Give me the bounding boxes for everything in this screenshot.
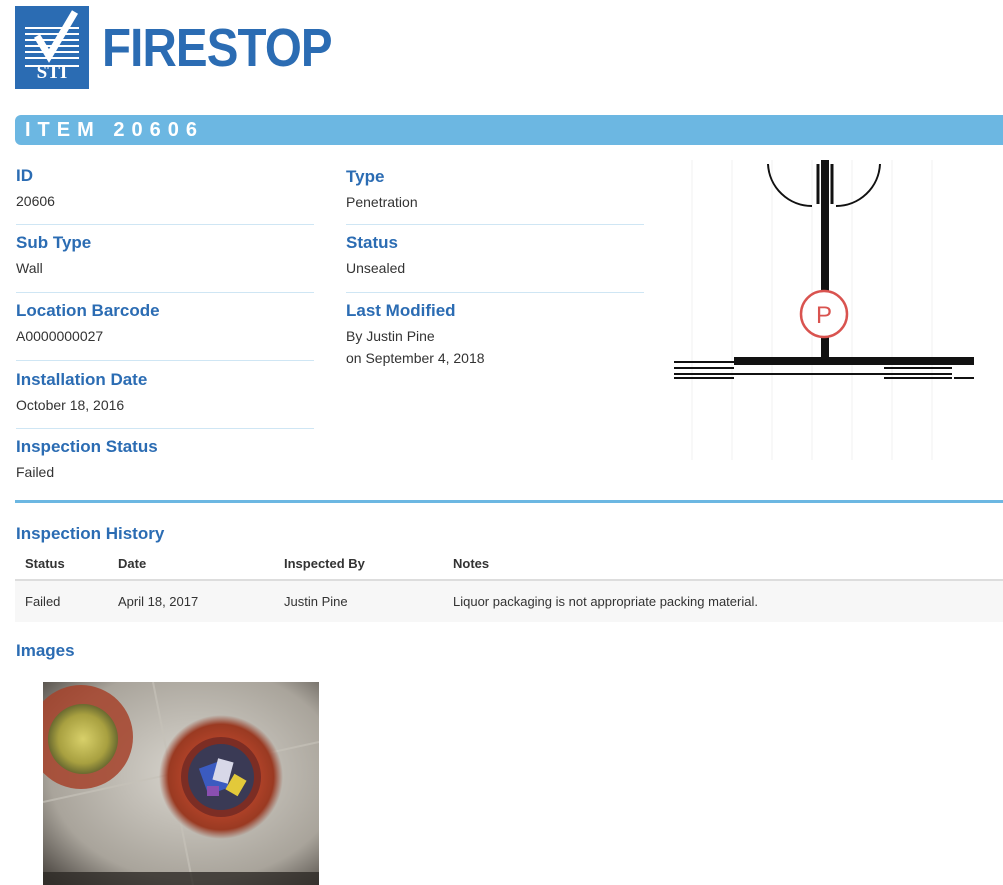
column-header-date: Date xyxy=(108,548,274,581)
field-label: Last Modified xyxy=(346,301,456,320)
field-status: Status Unsealed xyxy=(346,232,644,279)
field-separator xyxy=(16,292,314,293)
field-value-on: on September 4, 2018 xyxy=(346,350,485,366)
penetration-diagram: P xyxy=(672,160,978,460)
field-sub-type: Sub Type Wall xyxy=(16,232,314,279)
field-separator xyxy=(16,428,314,429)
field-inspection-status: Inspection Status Failed xyxy=(16,436,314,483)
cell-date: April 18, 2017 xyxy=(108,580,274,622)
cell-status: Failed xyxy=(15,580,108,622)
field-value: Failed xyxy=(16,464,55,480)
field-value: 20606 xyxy=(16,193,55,209)
item-banner: ITEM 20606 xyxy=(15,115,1003,145)
field-label: Status xyxy=(346,233,398,252)
field-separator xyxy=(346,292,644,293)
field-label: Location Barcode xyxy=(16,301,160,320)
inspection-history-title: Inspection History xyxy=(16,524,165,543)
field-value: Penetration xyxy=(346,194,418,210)
cell-notes: Liquor packaging is not appropriate pack… xyxy=(443,580,1003,622)
cell-inspected-by: Justin Pine xyxy=(274,580,443,622)
svg-text:P: P xyxy=(816,302,832,329)
inspection-photo[interactable] xyxy=(43,682,319,885)
field-label: Sub Type xyxy=(16,233,92,252)
field-value: A0000000027 xyxy=(16,328,104,344)
field-location-barcode: Location Barcode A0000000027 xyxy=(16,300,314,347)
section-divider xyxy=(15,500,1003,503)
logo-mark-text: STI xyxy=(36,62,68,83)
field-label: Inspection Status xyxy=(16,437,158,456)
inspection-history-table: Status Date Inspected By Notes Failed Ap… xyxy=(15,548,1003,622)
field-type: Type Penetration xyxy=(346,166,644,213)
table-row: Failed April 18, 2017 Justin Pine Liquor… xyxy=(15,580,1003,622)
field-value-by: By Justin Pine xyxy=(346,328,435,344)
item-title: ITEM 20606 xyxy=(25,119,204,141)
penetration-marker-icon: P xyxy=(799,289,849,339)
field-value: October 18, 2016 xyxy=(16,397,125,413)
field-value: Wall xyxy=(16,260,43,276)
field-label: Installation Date xyxy=(16,370,148,389)
column-header-inspected-by: Inspected By xyxy=(274,548,443,581)
field-separator xyxy=(346,224,644,225)
field-label: Type xyxy=(346,167,385,186)
field-separator xyxy=(16,360,314,361)
field-value: Unsealed xyxy=(346,260,406,276)
field-separator xyxy=(16,224,314,225)
field-last-modified: Last Modified By Justin Pine on Septembe… xyxy=(346,300,644,369)
firestop-logo: STI FIRESTOP xyxy=(15,6,363,89)
logo-wordmark: FIRESTOP xyxy=(102,17,333,78)
column-header-notes: Notes xyxy=(443,548,1003,581)
images-title: Images xyxy=(16,641,75,660)
table-header-row: Status Date Inspected By Notes xyxy=(15,548,1003,581)
field-label: ID xyxy=(16,166,33,185)
field-id: ID 20606 xyxy=(16,165,314,212)
sti-logo-mark: STI xyxy=(15,6,89,89)
column-header-status: Status xyxy=(15,548,108,581)
field-installation-date: Installation Date October 18, 2016 xyxy=(16,369,314,416)
